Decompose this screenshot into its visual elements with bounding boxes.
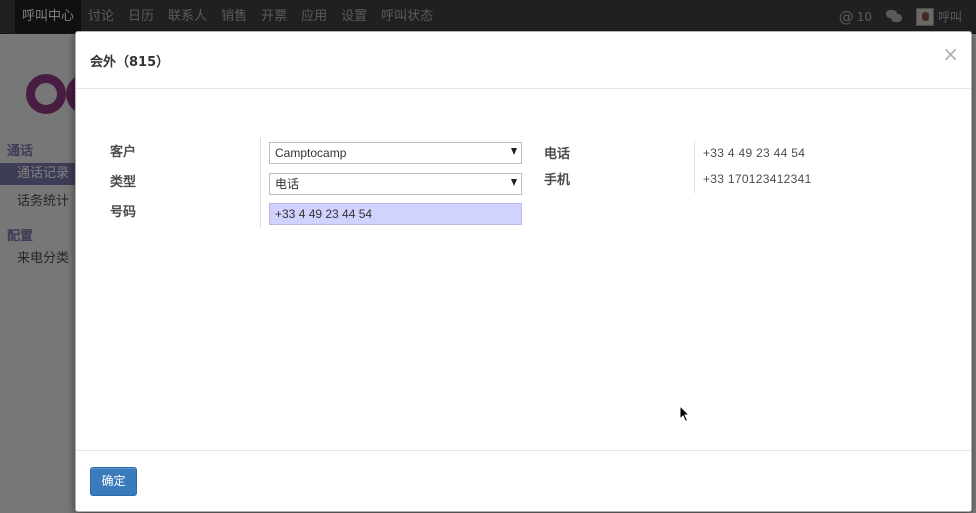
type-value: 电话 [275, 177, 300, 191]
number-label: 号码 [110, 205, 137, 220]
number-input[interactable]: +33 4 49 23 44 54 [269, 203, 522, 225]
confirm-button[interactable]: 确定 [90, 467, 137, 496]
phone-value: +33 4 49 23 44 54 [703, 146, 806, 160]
type-label: 类型 [110, 175, 137, 190]
dialog-title: 会外（815） [90, 55, 170, 70]
close-icon[interactable]: × [942, 42, 959, 66]
call-dialog: 会外（815） × 客户 类型 号码 Camptocamp 电话 +33 4 4… [75, 31, 972, 512]
mobile-value: +33 170123412341 [703, 172, 812, 186]
chevron-down-icon [511, 179, 517, 186]
mobile-label: 手机 [544, 173, 571, 188]
customer-label: 客户 [110, 145, 137, 160]
dialog-footer: 确定 [76, 450, 971, 512]
dialog-header: 会外（815） × [76, 32, 971, 89]
chevron-down-icon [511, 148, 517, 155]
field-divider [694, 141, 695, 193]
field-divider [260, 138, 261, 228]
type-select[interactable]: 电话 [269, 173, 522, 195]
mouse-cursor-icon [679, 405, 691, 423]
customer-select[interactable]: Camptocamp [269, 142, 522, 164]
phone-label: 电话 [544, 147, 571, 162]
customer-value: Camptocamp [275, 146, 347, 160]
